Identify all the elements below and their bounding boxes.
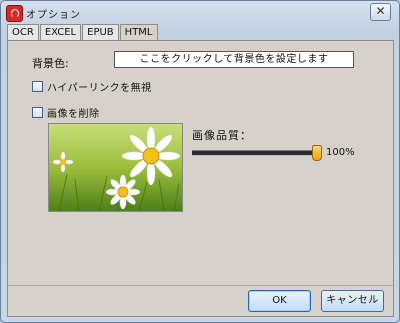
remove-images-checkbox[interactable] bbox=[32, 107, 43, 118]
dialog-footer: OK キャンセル bbox=[7, 285, 394, 317]
background-color-button[interactable]: ここをクリックして背景色を設定します bbox=[114, 51, 354, 68]
tab-excel[interactable]: EXCEL bbox=[39, 24, 82, 40]
slider-thumb[interactable] bbox=[312, 145, 322, 161]
slider-track[interactable] bbox=[192, 150, 316, 156]
image-quality-slider[interactable] bbox=[192, 145, 322, 161]
image-preview bbox=[48, 123, 183, 212]
dialog-title: オプション bbox=[26, 10, 81, 21]
options-dialog: オプション ✕ OCR EXCEL EPUB HTML 背景色: ここをクリック… bbox=[0, 0, 400, 323]
tab-html[interactable]: HTML bbox=[119, 24, 158, 41]
cancel-button[interactable]: キャンセル bbox=[321, 290, 384, 312]
tab-epub[interactable]: EPUB bbox=[82, 24, 119, 40]
title-bar: オプション ✕ bbox=[1, 1, 399, 23]
image-quality-label: 画像品質： bbox=[192, 129, 252, 142]
remove-images-label: 画像を削除 bbox=[47, 109, 100, 120]
daisy-preview-image bbox=[49, 124, 182, 211]
tab-bar: OCR EXCEL EPUB HTML bbox=[7, 24, 159, 41]
remove-images-option[interactable]: 画像を削除 bbox=[32, 105, 100, 120]
ignore-hyperlinks-label: ハイパーリンクを無視 bbox=[47, 83, 152, 94]
close-button[interactable]: ✕ bbox=[370, 3, 391, 21]
html-settings-panel: 背景色: ここをクリックして背景色を設定します ハイパーリンクを無視 画像を削除 bbox=[7, 40, 394, 287]
ok-button[interactable]: OK bbox=[248, 290, 311, 312]
app-logo-icon bbox=[6, 5, 23, 22]
tab-ocr[interactable]: OCR bbox=[7, 24, 39, 40]
background-color-label: 背景色: bbox=[32, 57, 69, 70]
image-quality-value: 100% bbox=[326, 147, 355, 158]
ignore-hyperlinks-checkbox[interactable] bbox=[32, 81, 43, 92]
ignore-hyperlinks-option[interactable]: ハイパーリンクを無視 bbox=[32, 79, 152, 94]
